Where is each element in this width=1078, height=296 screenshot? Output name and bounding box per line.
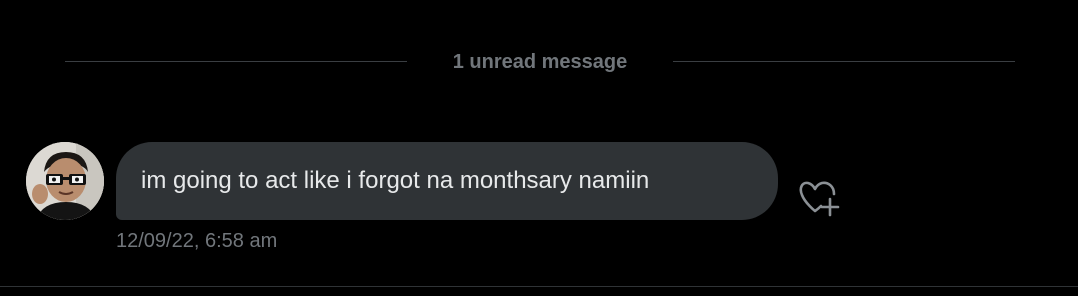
sender-avatar[interactable]	[26, 142, 104, 220]
message-bubble[interactable]: im going to act like i forgot na monthsa…	[116, 142, 778, 220]
divider-line-right	[673, 61, 1015, 62]
avatar-image	[26, 142, 104, 220]
message-text: im going to act like i forgot na monthsa…	[141, 167, 650, 194]
unread-count-label: 1 unread message	[452, 51, 628, 73]
heart-plus-icon	[799, 181, 840, 217]
message-timestamp: 12/09/22, 6:58 am	[116, 230, 278, 252]
divider-line-left	[65, 61, 407, 62]
unread-divider: 1 unread message	[0, 44, 1078, 80]
bottom-divider	[0, 286, 1078, 287]
add-reaction-button[interactable]	[796, 174, 848, 220]
